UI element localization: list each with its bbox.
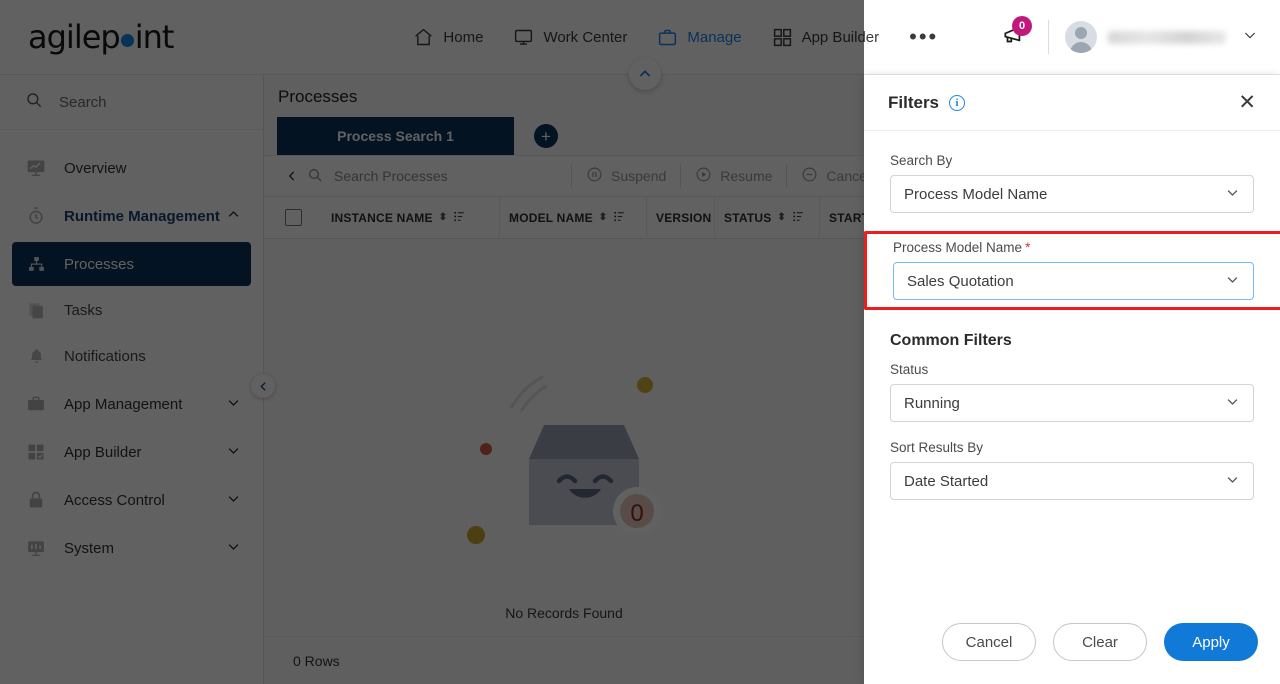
announcements-button[interactable]: 0 (996, 16, 1032, 55)
app-root: agilepint Home Work Center Manage (0, 0, 1280, 684)
status-value: Running (904, 394, 960, 412)
search-by-label: Search By (890, 153, 953, 168)
status-label: Status (890, 362, 929, 377)
clear-button[interactable]: Clear (1053, 623, 1147, 661)
chevron-down-icon (1225, 272, 1240, 291)
search-by-value: Process Model Name (904, 185, 1048, 203)
notification-badge: 0 (1012, 16, 1032, 36)
process-model-name-value: Sales Quotation (907, 272, 1014, 290)
chevron-down-icon (1225, 394, 1240, 413)
top-nav-right: 0 (996, 16, 1258, 55)
chevron-down-icon[interactable] (1242, 27, 1258, 48)
filters-panel-body: Search By Process Model Name Process Mod… (864, 131, 1280, 500)
filters-panel-header: Filters i ✕ (864, 75, 1280, 131)
process-model-name-label: Process Model Name * (893, 240, 1254, 255)
process-model-name-label-text: Process Model Name (893, 240, 1023, 255)
common-filters-heading: Common Filters (890, 332, 1012, 349)
chevron-down-icon (1225, 185, 1240, 204)
cancel-button[interactable]: Cancel (942, 623, 1036, 661)
search-by-select[interactable]: Process Model Name (890, 175, 1254, 213)
filters-panel: Filters i ✕ Search By Process Model Name… (864, 75, 1280, 684)
close-icon[interactable]: ✕ (1238, 92, 1256, 113)
nav-divider (1048, 20, 1049, 54)
modal-overlay[interactable] (0, 0, 864, 684)
user-name-label (1108, 30, 1226, 44)
required-asterisk: * (1025, 240, 1031, 255)
filters-panel-footer: Cancel Clear Apply (864, 600, 1280, 684)
sort-results-by-select[interactable]: Date Started (890, 462, 1254, 500)
more-menu-button[interactable]: ••• (909, 26, 938, 48)
avatar[interactable] (1065, 21, 1097, 53)
info-icon[interactable]: i (949, 94, 966, 111)
sort-results-by-label: Sort Results By (890, 440, 984, 455)
chevron-down-icon (1225, 472, 1240, 491)
status-select[interactable]: Running (890, 384, 1254, 422)
sort-results-by-value: Date Started (904, 472, 989, 490)
process-model-name-highlight: Process Model Name * Sales Quotation (864, 231, 1280, 310)
apply-button[interactable]: Apply (1164, 623, 1258, 661)
process-model-name-select[interactable]: Sales Quotation (893, 262, 1254, 300)
filters-title: Filters (888, 92, 940, 112)
